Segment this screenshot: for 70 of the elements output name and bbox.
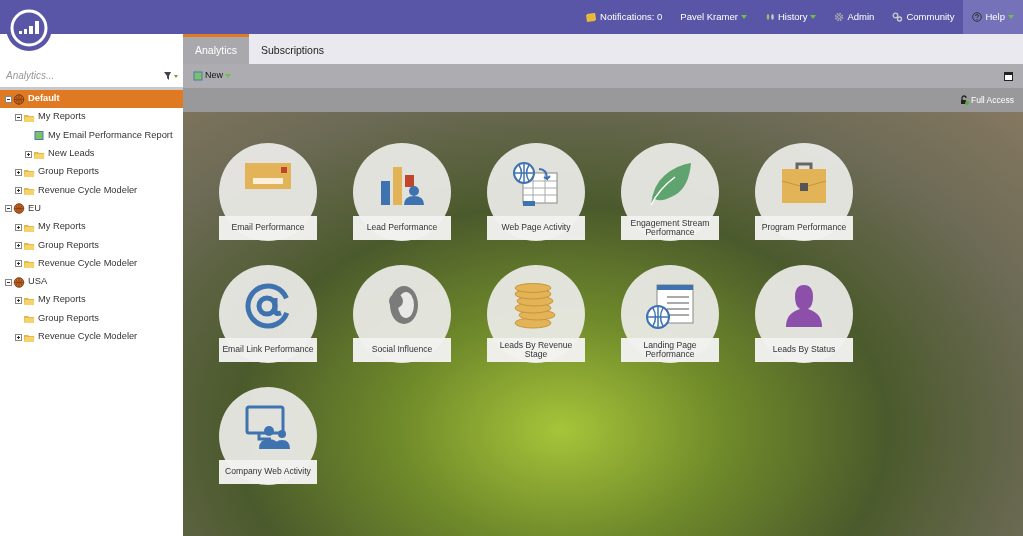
report-tile-label[interactable]: Program Performance [755,216,853,240]
tree-item[interactable]: New Leads [0,144,183,164]
search-field[interactable]: Analytics... [6,68,146,83]
window-icon[interactable] [1004,71,1013,81]
nav-link[interactable]: Help [963,0,1023,34]
nav-link[interactable]: Pavel Kramer [671,0,756,34]
expand-icon[interactable] [25,150,32,158]
note-icon [585,12,598,22]
gears-icon [892,12,904,22]
tree-item[interactable]: My Email Performance Report [0,126,183,145]
tree-item[interactable]: Group Reports [0,236,183,255]
tree-item[interactable]: Revenue Cycle Modeler [0,254,183,273]
tree-item[interactable]: Revenue Cycle Modeler [0,181,183,200]
report-tile-label[interactable]: Web Page Activity [487,216,585,240]
footprints-icon [764,12,775,22]
report-tile-label[interactable]: Lead Performance [353,216,451,240]
report-tile-label[interactable]: Email Performance [219,216,317,240]
globe-icon [13,203,25,215]
report-tile-label[interactable]: Engagement Stream Performance [621,216,719,240]
caret-icon [225,73,231,79]
tree-item[interactable]: My Reports [0,108,183,127]
nav-link[interactable]: History [755,0,826,34]
globe-icon [13,93,25,105]
tab[interactable]: Subscriptions [249,34,337,64]
envelope-icon [243,161,293,191]
tree-item[interactable]: Group Reports [0,309,183,328]
tree-item[interactable]: My Reports [0,218,183,237]
expand-icon[interactable] [15,168,22,176]
folder-icon [23,258,35,270]
gear-icon [834,12,845,22]
new-button[interactable]: New [193,69,231,83]
lock-icon [960,95,969,105]
monitor-people-icon [243,405,293,451]
collapse-icon[interactable] [15,113,22,121]
report-tile-label[interactable]: Company Web Activity [219,460,317,484]
tree-item[interactable]: EU [0,199,183,219]
globe-table-icon [511,161,561,209]
tree-item[interactable]: Revenue Cycle Modeler [0,327,183,347]
globe-icon [13,276,25,288]
report-tile-label[interactable]: Social Influence [353,338,451,362]
collapse-icon[interactable] [5,205,12,213]
report-tile-label[interactable]: Leads By Revenue Stage [487,338,585,362]
filter-icon[interactable] [163,70,179,81]
report-tile-label[interactable]: Email Link Performance [219,338,317,362]
folder-icon [23,313,35,325]
briefcase-icon [780,161,828,205]
folder-icon [23,240,35,251]
report-tile-label[interactable]: Leads By Status [755,338,853,362]
folder-icon [23,185,35,197]
webpage-globe-icon [645,283,695,331]
tree-item[interactable]: USA [0,272,183,292]
at-sign-icon [244,283,292,329]
expand-icon[interactable] [15,187,22,195]
nav-link[interactable]: Admin [825,0,884,34]
collapse-icon[interactable] [5,278,12,286]
tree-item[interactable]: My Reports [0,291,183,310]
expand-icon[interactable] [15,333,22,341]
report-icon [33,130,45,142]
expand-icon[interactable] [15,242,22,249]
nav-link[interactable]: Notifications: 0 [576,0,672,34]
collapse-icon[interactable] [5,95,12,103]
help-icon [972,12,983,22]
expand-icon[interactable] [15,296,22,304]
expand-icon[interactable] [15,223,22,231]
access-label: Full Access [971,93,1014,107]
nav-link[interactable]: Community [883,0,964,34]
tree-item[interactable]: Group Reports [0,163,183,182]
expand-icon[interactable] [15,260,22,268]
new-report-icon [193,71,203,81]
report-tile-label[interactable]: Landing Page Performance [621,338,719,362]
